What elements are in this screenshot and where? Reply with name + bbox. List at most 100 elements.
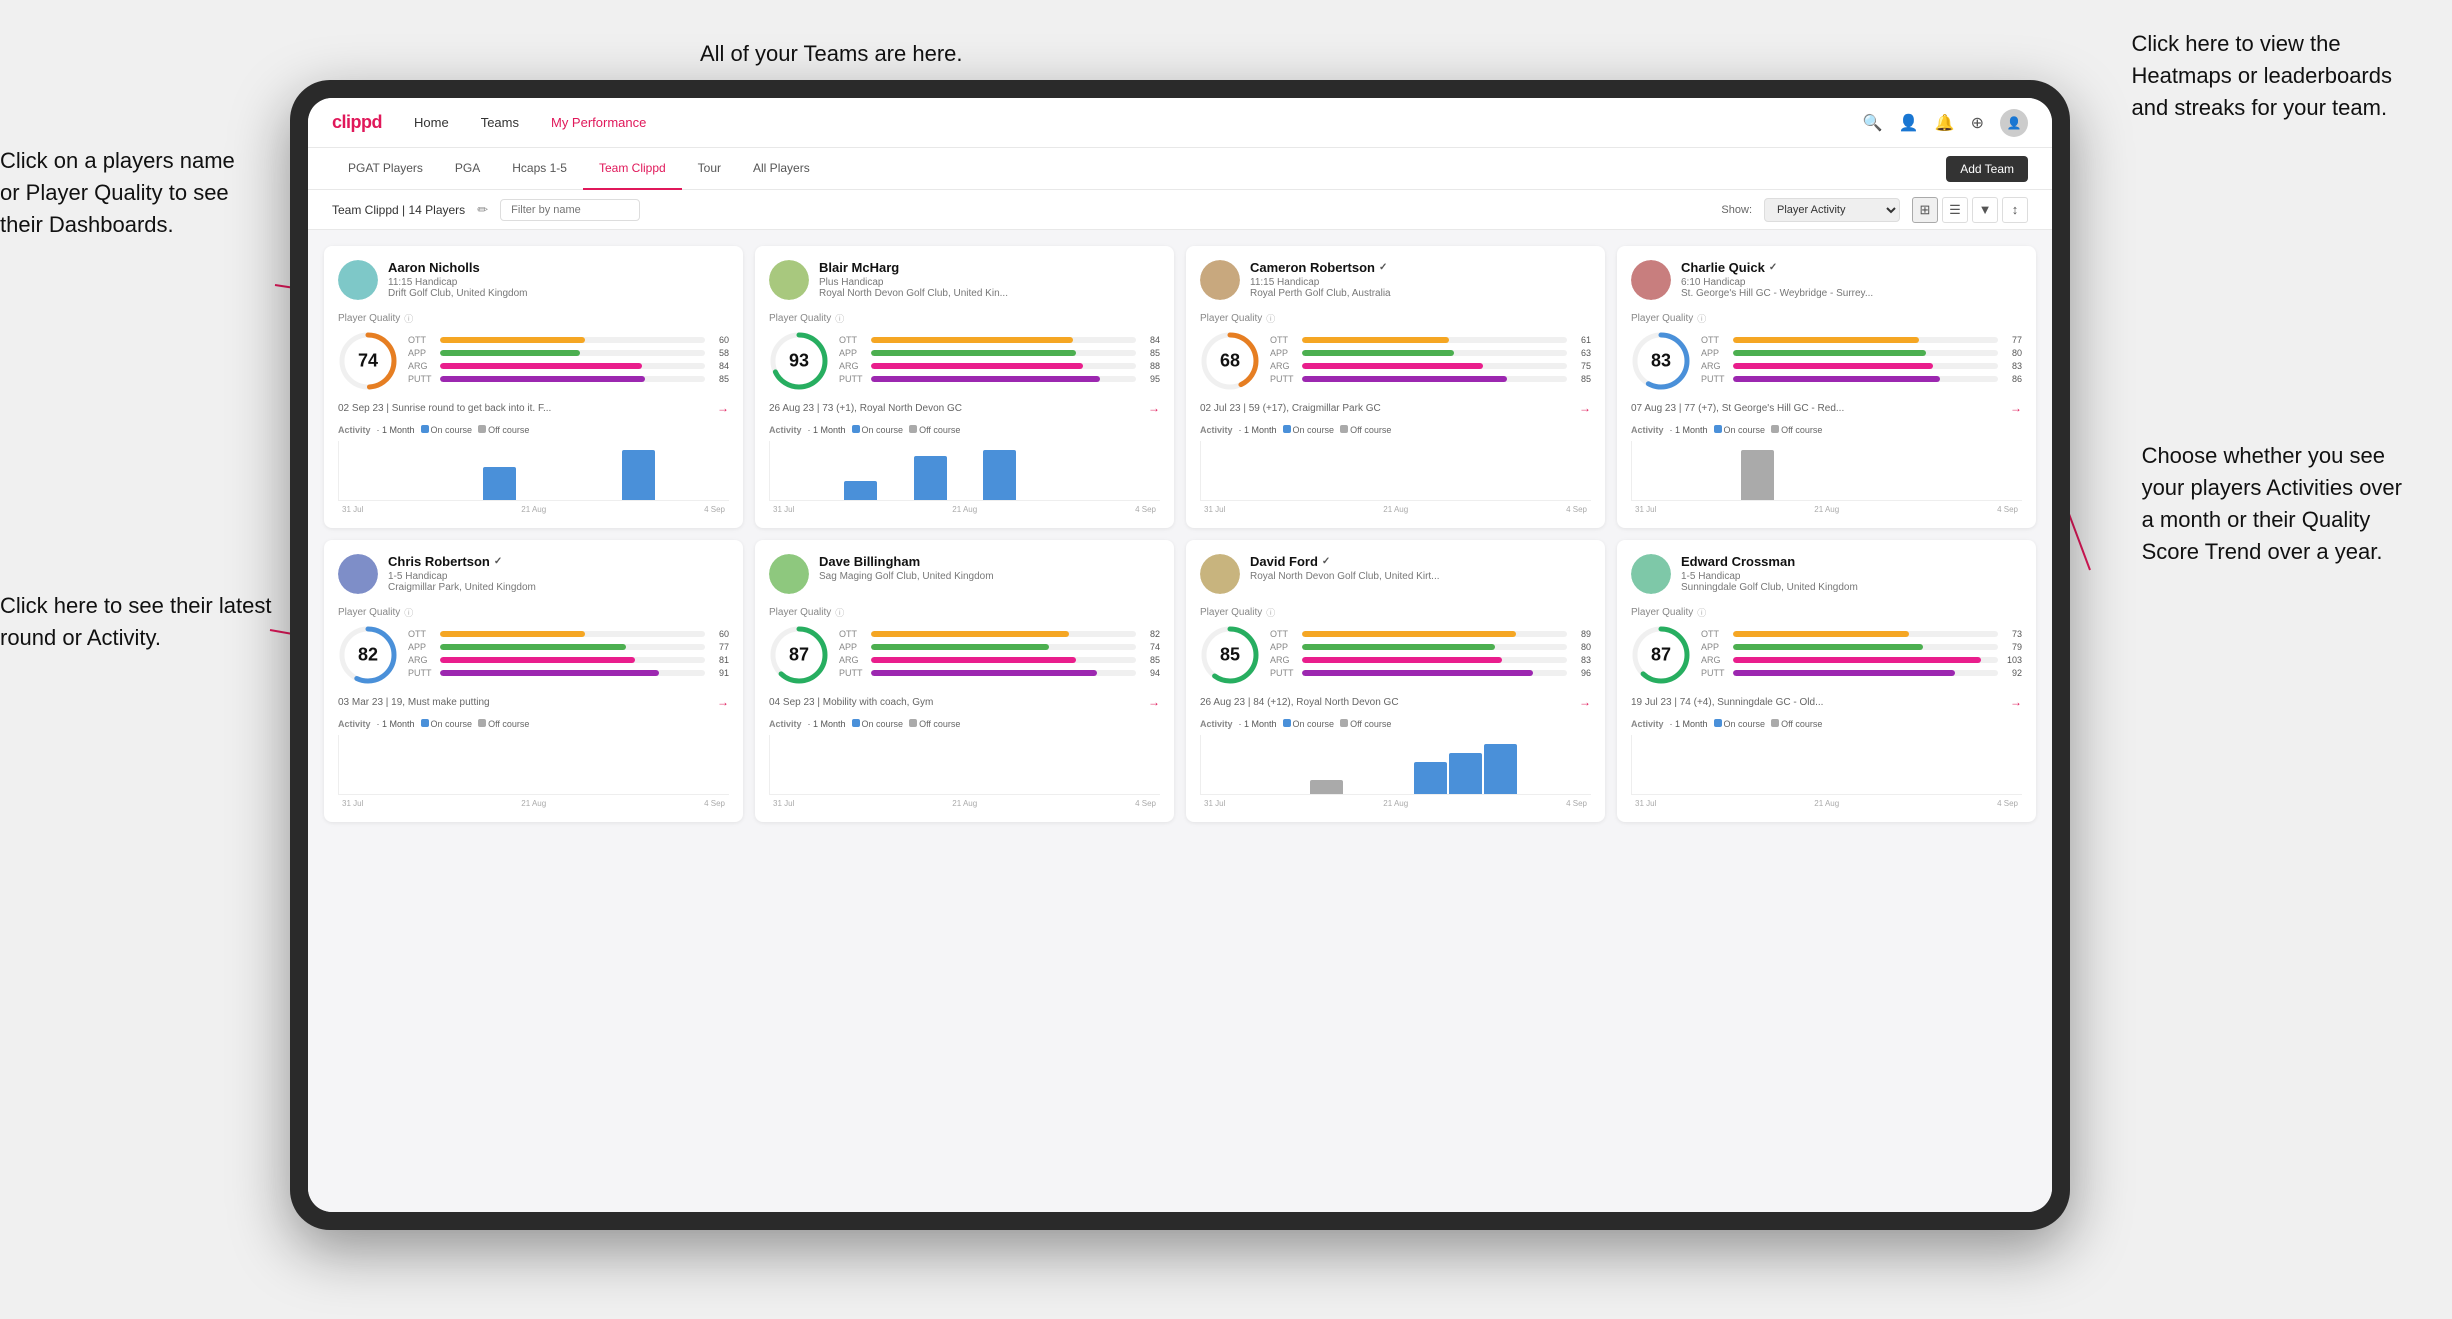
search-icon[interactable]: 🔍 (1863, 113, 1883, 133)
stat-bar (1733, 337, 1919, 343)
subnav-tour[interactable]: Tour (682, 148, 737, 190)
stat-row: ARG 83 (1701, 361, 2022, 371)
stat-label: APP (1270, 348, 1298, 358)
show-select[interactable]: Player Activity Quality Score Trend (1764, 198, 1900, 222)
quality-number: 83 (1651, 351, 1671, 372)
edit-icon[interactable]: ✏ (477, 202, 488, 218)
stat-value: 91 (709, 668, 729, 678)
latest-round[interactable]: 07 Aug 23 | 77 (+7), St George's Hill GC… (1631, 401, 2022, 415)
nav-home[interactable]: Home (414, 111, 449, 134)
player-name[interactable]: David Ford ✓ (1250, 554, 1591, 569)
round-text: 26 Aug 23 | 84 (+12), Royal North Devon … (1200, 697, 1399, 708)
nav-teams[interactable]: Teams (481, 111, 519, 134)
player-name[interactable]: Aaron Nicholls (388, 260, 729, 275)
profile-icon[interactable]: 👤 (1899, 113, 1919, 133)
subnav-all-players[interactable]: All Players (737, 148, 826, 190)
quality-number: 68 (1220, 351, 1240, 372)
grid-view-button[interactable]: ⊞ (1912, 197, 1938, 223)
player-card[interactable]: Cameron Robertson ✓ 11:15 Handicap Royal… (1186, 246, 1605, 528)
stat-bar (440, 350, 580, 356)
player-avatar (338, 260, 378, 300)
avatar-image (1200, 260, 1240, 300)
subnav-hcaps[interactable]: Hcaps 1-5 (496, 148, 583, 190)
settings-icon[interactable]: ⊕ (1971, 113, 1984, 133)
quality-label: Player Quality ⓘ (1631, 312, 2022, 325)
avatar[interactable]: 👤 (2000, 109, 2028, 137)
latest-round[interactable]: 02 Jul 23 | 59 (+17), Craigmillar Park G… (1200, 401, 1591, 415)
latest-round[interactable]: 03 Mar 23 | 19, Must make putting → (338, 695, 729, 709)
chart-labels: 31 Jul 21 Aug 4 Sep (1200, 505, 1591, 514)
quality-section: 82 OTT 60 APP 77 ARG (338, 625, 729, 685)
stats-bars: OTT 89 APP 80 ARG 83 PU (1270, 629, 1591, 681)
player-header: Chris Robertson ✓ 1-5 Handicap Craigmill… (338, 554, 729, 594)
player-card[interactable]: Aaron Nicholls 11:15 Handicap Drift Golf… (324, 246, 743, 528)
latest-round[interactable]: 02 Sep 23 | Sunrise round to get back in… (338, 401, 729, 415)
sort-button[interactable]: ↕ (2002, 197, 2028, 223)
quality-circle-wrapper[interactable]: 93 (769, 331, 829, 391)
subnav: PGAT Players PGA Hcaps 1-5 Team Clippd T… (308, 148, 2052, 190)
round-arrow-icon: → (1579, 401, 1591, 415)
player-card[interactable]: Chris Robertson ✓ 1-5 Handicap Craigmill… (324, 540, 743, 822)
quality-info-icon: ⓘ (835, 606, 844, 619)
stat-row: APP 74 (839, 642, 1160, 652)
player-card[interactable]: Charlie Quick ✓ 6:10 Handicap St. George… (1617, 246, 2036, 528)
quality-label: Player Quality ⓘ (1200, 606, 1591, 619)
activity-legend: On course Off course (421, 425, 530, 435)
player-card[interactable]: Blair McHarg Plus Handicap Royal North D… (755, 246, 1174, 528)
quality-circle-wrapper[interactable]: 83 (1631, 331, 1691, 391)
player-name[interactable]: Cameron Robertson ✓ (1250, 260, 1591, 275)
bell-icon[interactable]: 🔔 (1935, 113, 1955, 133)
subnav-team-clippd[interactable]: Team Clippd (583, 148, 682, 190)
list-view-button[interactable]: ☰ (1942, 197, 1968, 223)
chart-label-mid: 21 Aug (952, 799, 977, 808)
stat-bar-container (1302, 363, 1567, 369)
player-name[interactable]: Blair McHarg (819, 260, 1160, 275)
stat-bar-container (440, 670, 705, 676)
player-avatar (338, 554, 378, 594)
latest-round[interactable]: 26 Aug 23 | 84 (+12), Royal North Devon … (1200, 695, 1591, 709)
activity-header: Activity · 1 Month On course Off course (338, 425, 729, 435)
stat-value: 74 (1140, 642, 1160, 652)
quality-circle-wrapper[interactable]: 68 (1200, 331, 1260, 391)
player-name[interactable]: Dave Billingham (819, 554, 1160, 569)
latest-round[interactable]: 26 Aug 23 | 73 (+1), Royal North Devon G… (769, 401, 1160, 415)
subnav-pga[interactable]: PGA (439, 148, 496, 190)
player-card[interactable]: David Ford ✓ Royal North Devon Golf Club… (1186, 540, 1605, 822)
quality-circle-wrapper[interactable]: 87 (1631, 625, 1691, 685)
quality-circle-wrapper[interactable]: 87 (769, 625, 829, 685)
activity-section: Activity · 1 Month On course Off course … (1200, 425, 1591, 514)
stat-row: OTT 60 (408, 629, 729, 639)
stat-value: 85 (1571, 374, 1591, 384)
stat-row: OTT 89 (1270, 629, 1591, 639)
stat-bar-container (1733, 376, 1998, 382)
stat-value: 77 (2002, 335, 2022, 345)
player-card[interactable]: Edward Crossman 1-5 Handicap Sunningdale… (1617, 540, 2036, 822)
player-name[interactable]: Chris Robertson ✓ (388, 554, 729, 569)
annotation-bottom-right: Choose whether you see your players Acti… (2142, 440, 2402, 568)
nav-performance[interactable]: My Performance (551, 111, 646, 134)
on-course-dot-color (852, 425, 860, 433)
add-team-button[interactable]: Add Team (1946, 156, 2028, 182)
activity-header: Activity · 1 Month On course Off course (1631, 719, 2022, 729)
quality-circle-wrapper[interactable]: 74 (338, 331, 398, 391)
latest-round[interactable]: 19 Jul 23 | 74 (+4), Sunningdale GC - Ol… (1631, 695, 2022, 709)
stat-row: ARG 103 (1701, 655, 2022, 665)
quality-circle-wrapper[interactable]: 82 (338, 625, 398, 685)
subnav-pgat[interactable]: PGAT Players (332, 148, 439, 190)
player-card[interactable]: Dave Billingham Sag Maging Golf Club, Un… (755, 540, 1174, 822)
navbar: clippd Home Teams My Performance 🔍 👤 🔔 ⊕… (308, 98, 2052, 148)
player-name[interactable]: Charlie Quick ✓ (1681, 260, 2022, 275)
filter-button[interactable]: ▼ (1972, 197, 1998, 223)
nav-logo[interactable]: clippd (332, 112, 382, 133)
player-name[interactable]: Edward Crossman (1681, 554, 2022, 569)
stat-value: 83 (2002, 361, 2022, 371)
quality-circle-wrapper[interactable]: 85 (1200, 625, 1260, 685)
latest-round[interactable]: 04 Sep 23 | Mobility with coach, Gym → (769, 695, 1160, 709)
quality-section: 68 OTT 61 APP 63 ARG (1200, 331, 1591, 391)
round-text: 07 Aug 23 | 77 (+7), St George's Hill GC… (1631, 403, 1844, 414)
player-handicap: Plus Handicap (819, 277, 1160, 288)
stat-label: ARG (839, 655, 867, 665)
stat-value: 84 (709, 361, 729, 371)
stat-value: 73 (2002, 629, 2022, 639)
search-input[interactable] (500, 199, 640, 221)
